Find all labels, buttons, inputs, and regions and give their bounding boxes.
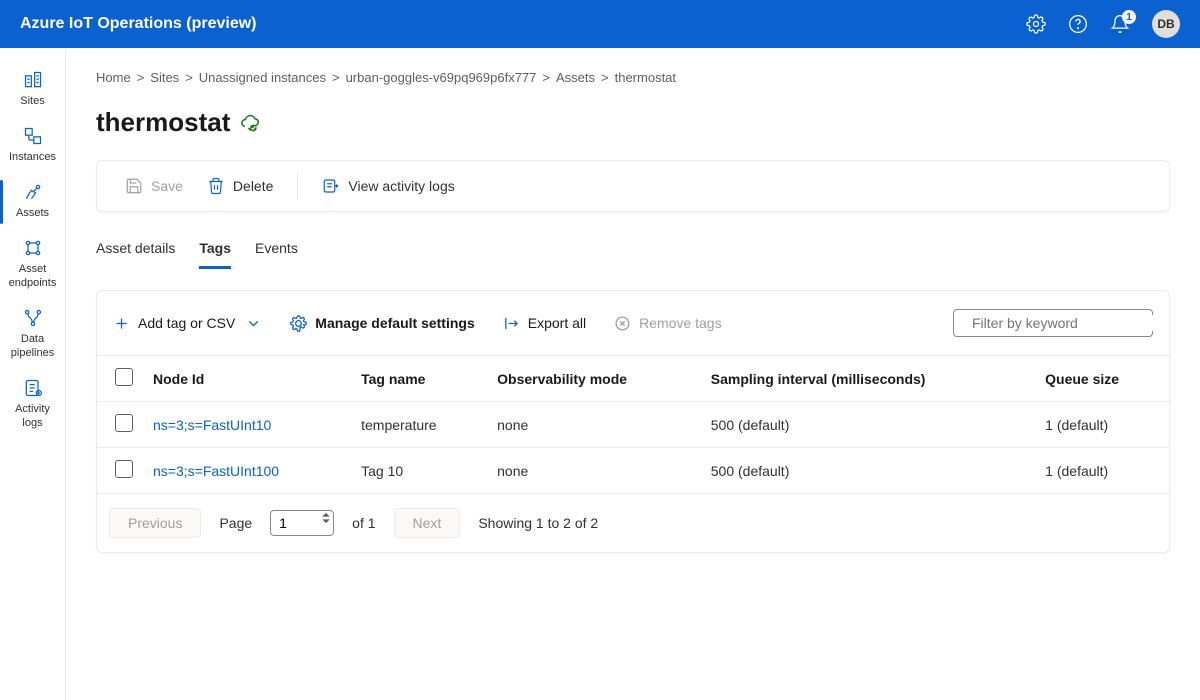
row-checkbox[interactable]: [115, 414, 133, 432]
filter-input-wrapper[interactable]: [953, 309, 1153, 337]
col-sampling[interactable]: Sampling interval (milliseconds): [701, 356, 1035, 402]
crumb-sites[interactable]: Sites: [150, 70, 179, 85]
settings-icon[interactable]: [1026, 14, 1046, 34]
app-title: Azure IoT Operations (preview): [20, 15, 256, 33]
action-toolbar: Save Delete View activity logs: [96, 160, 1170, 212]
next-button: Next: [394, 508, 461, 538]
tags-grid-card: Add tag or CSV Manage default settings E…: [96, 290, 1170, 553]
main-content: Home> Sites> Unassigned instances> urban…: [66, 48, 1200, 700]
tabs: Asset details Tags Events: [96, 236, 1170, 270]
table-row: ns=3;s=FastUInt100 Tag 10 none 500 (defa…: [97, 448, 1169, 494]
sidebar: Sites Instances Assets Asset endpoints D…: [0, 48, 66, 700]
manage-default-settings-button[interactable]: Manage default settings: [290, 315, 474, 332]
crumb-home[interactable]: Home: [96, 70, 131, 85]
tab-asset-details[interactable]: Asset details: [96, 236, 175, 269]
tab-tags[interactable]: Tags: [199, 236, 231, 269]
row-checkbox[interactable]: [115, 460, 133, 478]
node-id-link[interactable]: ns=3;s=FastUInt100: [153, 463, 279, 479]
nav-instances[interactable]: Instances: [0, 118, 65, 174]
nav-activity-logs[interactable]: Activity logs: [0, 370, 65, 440]
page-of: of 1: [352, 515, 375, 531]
col-node-id[interactable]: Node Id: [143, 356, 351, 402]
page-label: Page: [219, 515, 252, 531]
toolbar-divider: [297, 172, 298, 200]
crumb-current: thermostat: [615, 70, 676, 85]
showing-label: Showing 1 to 2 of 2: [478, 515, 598, 531]
user-avatar[interactable]: DB: [1152, 10, 1180, 38]
cloud-check-icon: [240, 113, 260, 133]
col-queue[interactable]: Queue size: [1035, 356, 1169, 402]
nav-assets[interactable]: Assets: [0, 174, 65, 230]
table-row: ns=3;s=FastUInt10 temperature none 500 (…: [97, 402, 1169, 448]
col-tag-name[interactable]: Tag name: [351, 356, 487, 402]
page-title: thermostat: [96, 107, 230, 138]
nav-sites[interactable]: Sites: [0, 62, 65, 118]
col-observability[interactable]: Observability mode: [487, 356, 701, 402]
previous-button: Previous: [109, 508, 201, 538]
help-icon[interactable]: [1068, 14, 1088, 34]
breadcrumb: Home> Sites> Unassigned instances> urban…: [96, 70, 1170, 85]
chevron-down-icon: [245, 315, 262, 332]
select-all-checkbox[interactable]: [115, 368, 133, 386]
view-activity-logs-button[interactable]: View activity logs: [312, 171, 464, 201]
top-bar-actions: 1 DB: [1026, 10, 1180, 38]
page-spinner[interactable]: [322, 512, 330, 524]
add-tag-button[interactable]: Add tag or CSV: [113, 315, 262, 332]
notifications-icon[interactable]: 1: [1110, 14, 1130, 34]
delete-button[interactable]: Delete: [197, 171, 283, 201]
notification-badge: 1: [1122, 10, 1136, 24]
export-all-button[interactable]: Export all: [503, 315, 586, 332]
tags-table: Node Id Tag name Observability mode Samp…: [97, 355, 1169, 493]
crumb-assets[interactable]: Assets: [556, 70, 595, 85]
filter-input[interactable]: [972, 315, 1153, 331]
save-button: Save: [115, 171, 193, 201]
crumb-instance[interactable]: urban-goggles-v69pq969p6fx777: [346, 70, 537, 85]
nav-asset-endpoints[interactable]: Asset endpoints: [0, 230, 65, 300]
pager: Previous Page of 1 Next Showing 1 to 2 o…: [97, 493, 1169, 552]
node-id-link[interactable]: ns=3;s=FastUInt10: [153, 417, 271, 433]
crumb-unassigned[interactable]: Unassigned instances: [199, 70, 326, 85]
top-bar: Azure IoT Operations (preview) 1 DB: [0, 0, 1200, 48]
remove-tags-button: Remove tags: [614, 315, 721, 332]
tab-events[interactable]: Events: [255, 236, 298, 269]
nav-data-pipelines[interactable]: Data pipelines: [0, 300, 65, 370]
grid-toolbar: Add tag or CSV Manage default settings E…: [97, 291, 1169, 355]
